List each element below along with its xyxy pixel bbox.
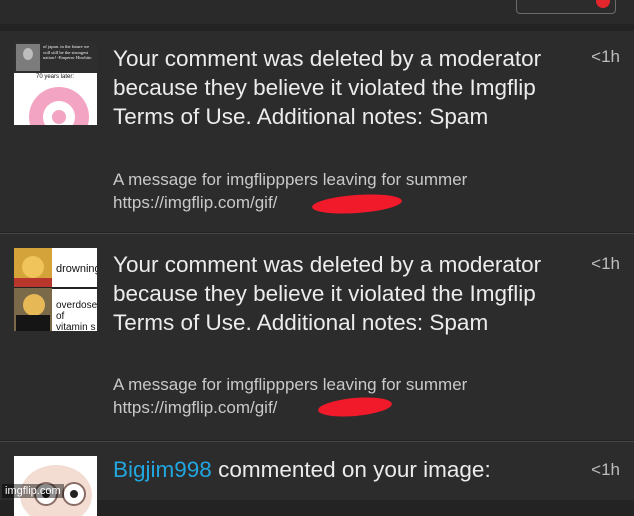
imgflip-watermark: imgflip.com [2,484,64,498]
thumbnail-label: drowning [56,263,97,275]
notification-action: commented on your image: [211,457,491,482]
pooh-normal-image [14,248,52,288]
top-bar [0,0,634,24]
subtext-link[interactable]: https://imgflip.com/gif/ [113,193,277,212]
subtext-title: A message for imgflipppers leaving for s… [113,375,468,394]
notification-item[interactable]: drowning overdose of vitamin s Your comm… [0,234,634,440]
eye-icon [62,482,86,506]
notification-message: Your comment was deleted by a moderator … [113,252,542,335]
subtext-link[interactable]: https://imgflip.com/gif/ [113,398,277,417]
notification-time: <1h [591,254,620,273]
thumbnail-header: of japan. in the future we will still be… [14,42,97,73]
notification-time: <1h [591,460,620,479]
notification-thumbnail[interactable]: drowning overdose of vitamin s [14,248,97,331]
thumbnail-photo [16,44,40,71]
notification-message: Your comment was deleted by a moderator … [113,46,542,129]
username-link[interactable]: Bigjim998 [113,457,212,482]
thumbnail-label: overdose of vitamin s [56,300,97,331]
notification-thumbnail[interactable]: of japan. in the future we will still be… [14,42,97,125]
thumbnail-text: of japan. in the future we will still be… [43,44,92,61]
notification-item[interactable]: of japan. in the future we will still be… [0,31,634,232]
target-ring-center [52,110,66,124]
notification-item[interactable]: Bigjim998 commented on your image: <1h [0,442,634,516]
pooh-fancy-image [14,288,52,331]
subtext-title: A message for imgflipppers leaving for s… [113,170,468,189]
notification-time: <1h [591,47,620,66]
thumbnail-caption: 70 years later: [36,74,75,80]
notification-message: Bigjim998 commented on your image: [113,455,573,484]
